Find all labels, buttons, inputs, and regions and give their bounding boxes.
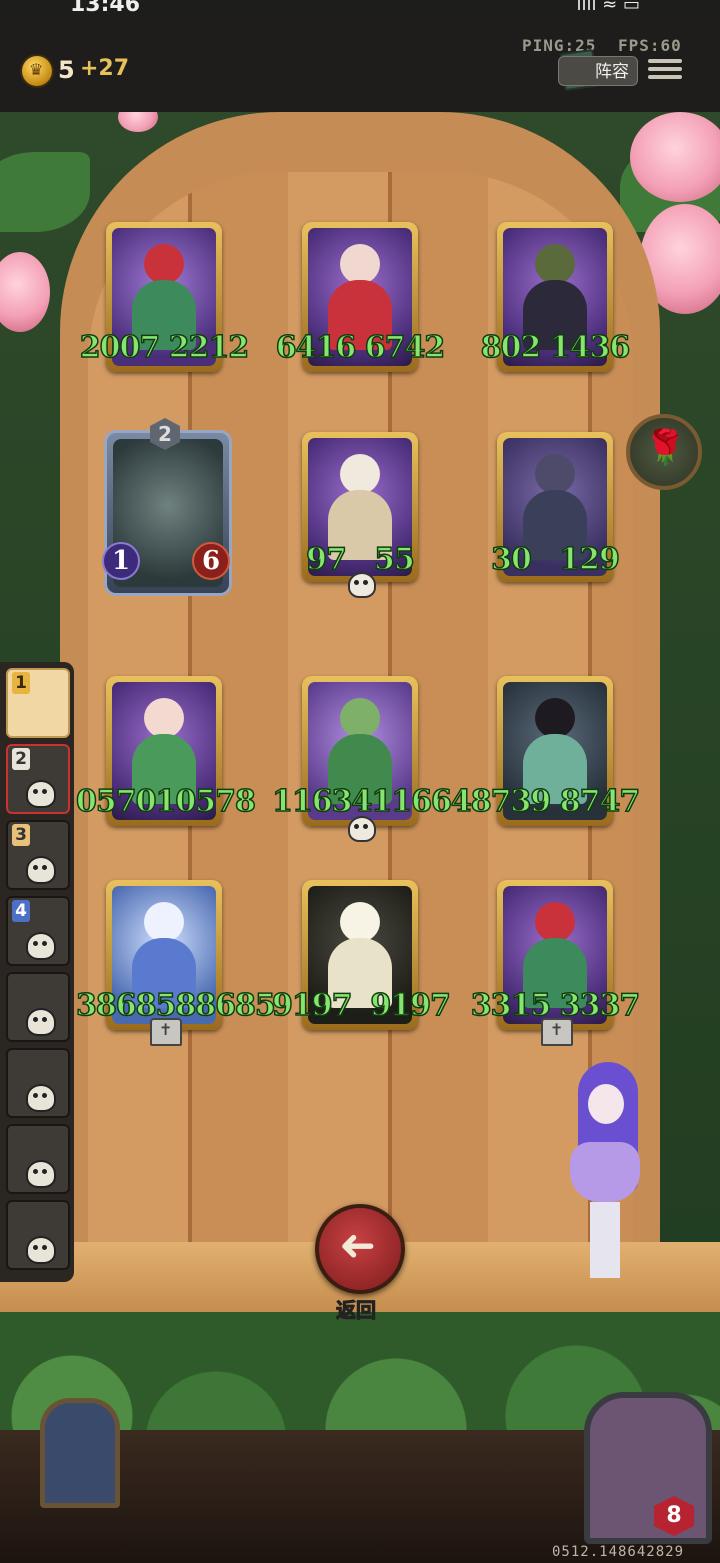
- unit-card[interactable]: 9197 9197: [271, 880, 452, 1030]
- unit-portrait: [535, 244, 575, 284]
- unit-card[interactable]: 1163411664: [271, 676, 472, 842]
- lineup-button[interactable]: 阵容: [558, 56, 638, 86]
- unit-card[interactable]: 2007 2212: [79, 222, 250, 372]
- gold-coin-icon: [22, 56, 52, 86]
- player-character: [548, 1062, 668, 1282]
- fps-readout: FPS:60: [618, 36, 682, 55]
- rose-badge-icon[interactable]: [626, 414, 702, 490]
- rail-item[interactable]: 4: [6, 896, 70, 966]
- unit-portrait: [340, 454, 380, 494]
- card-stats: 802 1436: [480, 329, 631, 366]
- rose-decoration: [118, 112, 158, 132]
- rail-number: 2: [12, 748, 30, 770]
- unit-portrait: [340, 244, 380, 284]
- rail-item[interactable]: [6, 1048, 70, 1118]
- skull-icon: [348, 816, 376, 842]
- rail-number: 1: [12, 672, 30, 694]
- user-id: 0512.148642829: [552, 1544, 685, 1560]
- unit-card[interactable]: 30 129: [490, 432, 621, 582]
- card-stats: 8739 8747: [470, 783, 641, 820]
- rose-decoration: [630, 112, 720, 202]
- skull-icon: [26, 780, 56, 808]
- unit-portrait: [535, 902, 575, 942]
- gold-income: +27: [80, 56, 130, 81]
- card-stats: 30 129: [490, 541, 620, 578]
- card-stats: 6416 6742: [275, 329, 446, 366]
- system-status-bar: 13:46 ıııl ≈ ▭: [0, 0, 720, 22]
- skull-icon: [26, 932, 56, 960]
- rail-item[interactable]: [6, 1124, 70, 1194]
- unit-card[interactable]: 3315 3337: [470, 880, 641, 1046]
- card-stats: 2007 2212: [79, 329, 250, 366]
- gold-amount: 5: [58, 56, 75, 84]
- arrow-left-icon: ➜: [339, 1220, 376, 1271]
- skull-icon: [26, 1160, 56, 1188]
- tombstone-icon: [541, 1018, 573, 1046]
- card-stats: 1163411664: [271, 783, 472, 820]
- skull-icon: [348, 572, 376, 598]
- rail-item[interactable]: 2: [6, 744, 70, 814]
- unit-portrait: [535, 698, 575, 738]
- rail-item[interactable]: 3: [6, 820, 70, 890]
- unit-portrait: [144, 902, 184, 942]
- unit-card[interactable]: 6416 6742: [275, 222, 446, 372]
- card-stats: 9197 9197: [271, 987, 451, 1024]
- unit-card[interactable]: 057010578: [75, 676, 257, 826]
- skull-icon: [26, 1084, 56, 1112]
- unit-card[interactable]: 97 55: [302, 432, 418, 598]
- health-value: 6: [192, 542, 230, 580]
- unit-portrait: [535, 454, 575, 494]
- rail-item[interactable]: [6, 972, 70, 1042]
- unit-portrait: [340, 698, 380, 738]
- unit-card[interactable]: 3868588685: [75, 880, 276, 1046]
- unit-portrait: [340, 902, 380, 942]
- tombstone-icon: [150, 1018, 182, 1046]
- signal-battery-icons: ıııl ≈ ▭: [576, 0, 640, 15]
- top-bar: PING:25 FPS:60 5 +27 阵容: [0, 22, 720, 112]
- rail-number: 3: [12, 824, 30, 846]
- card-stats: 057010578: [75, 783, 256, 820]
- skull-icon: [26, 1236, 56, 1264]
- clock: 13:46: [70, 0, 141, 17]
- unit-card[interactable]: 802 1436: [480, 222, 631, 372]
- opponent-rail: 1 2 3 4: [0, 662, 74, 1282]
- shop-portrait[interactable]: [40, 1398, 120, 1508]
- rail-number: 4: [12, 900, 30, 922]
- rail-item[interactable]: 1: [6, 668, 70, 738]
- skull-icon: [26, 856, 56, 884]
- lineup-label: 阵容: [595, 62, 629, 82]
- menu-icon[interactable]: [648, 55, 682, 85]
- unit-card[interactable]: 8739 8747: [470, 676, 641, 826]
- skull-icon: [26, 1008, 56, 1036]
- rail-item[interactable]: [6, 1200, 70, 1270]
- back-button[interactable]: ➜: [315, 1204, 405, 1294]
- unit-portrait: [144, 698, 184, 738]
- foliage: [0, 152, 90, 232]
- rose-decoration: [0, 252, 50, 332]
- attack-value: 1: [102, 542, 140, 580]
- back-label: 返回: [336, 1298, 377, 1323]
- unit-portrait: [144, 244, 184, 284]
